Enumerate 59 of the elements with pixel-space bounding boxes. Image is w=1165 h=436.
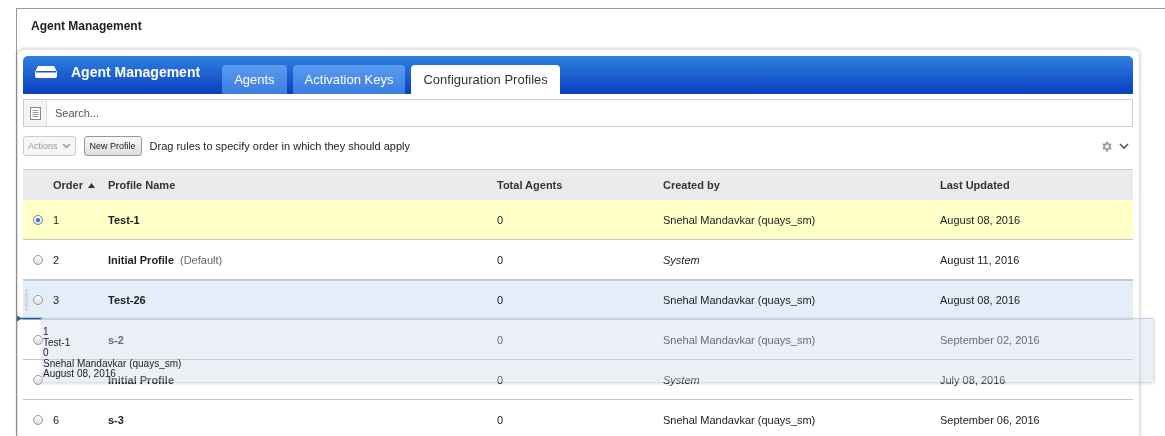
- table-row[interactable]: 6 s-3 0 Snehal Mandavkar (quays_sm) September 06, 2016: [23, 400, 1133, 436]
- tab[interactable]: Configuration Profiles: [411, 65, 560, 94]
- radio-button[interactable]: [33, 374, 43, 385]
- column-header[interactable]: Total Agents: [497, 179, 563, 191]
- column-header[interactable]: Created by: [663, 179, 720, 191]
- table-row[interactable]: 1 Test-1 0 Snehal Mandavkar (quays_sm) August 08, 2016: [23, 200, 1133, 240]
- creator-name: System: [663, 373, 700, 386]
- agent-count: 0: [497, 294, 504, 306]
- preview-text: 0: [43, 348, 49, 359]
- order-number: 2: [53, 253, 60, 266]
- radio-button[interactable]: [33, 414, 43, 425]
- agent-count: 0: [497, 413, 504, 426]
- instruction-text: Drag rules to specify order in which they should apply: [149, 140, 410, 152]
- drop-indicator-icon: [17, 315, 43, 322]
- creator-name: Snehal Mandavkar (quays_sm): [663, 333, 816, 346]
- table-row[interactable]: 3 Test-26 0 Snehal Mandavkar (quays_sm) August 08, 2016: [23, 280, 1133, 320]
- preview-text: Test-1: [43, 337, 71, 348]
- order-number: 3: [53, 294, 60, 306]
- order-number: 1: [53, 213, 60, 226]
- radio-button[interactable]: [33, 214, 43, 225]
- preview-text: 1: [43, 327, 49, 338]
- page-title: Agent Management: [30, 18, 142, 35]
- updated-date: August 08, 2016: [940, 213, 1021, 226]
- search-field[interactable]: Search...: [47, 99, 1133, 127]
- new-profile-button[interactable]: New Profile: [83, 136, 142, 156]
- profile-name: Test-26: [108, 294, 146, 306]
- column-header[interactable]: Profile Name: [108, 179, 176, 191]
- drive-icon: [35, 66, 57, 78]
- settings-icon[interactable]: [1100, 139, 1113, 153]
- creator-name: System: [663, 253, 700, 266]
- updated-date: September 06, 2016: [940, 413, 1040, 426]
- profile-name: s-2: [108, 333, 124, 346]
- app-title: Agent Management: [71, 64, 201, 80]
- agent-count: 0: [497, 373, 504, 386]
- radio-button[interactable]: [33, 254, 43, 265]
- creator-name: Snehal Mandavkar (quays_sm): [663, 413, 816, 426]
- radio-button[interactable]: [33, 334, 43, 345]
- agent-count: 0: [497, 213, 504, 226]
- agent-count: 0: [497, 333, 504, 346]
- list-icon[interactable]: [29, 106, 41, 120]
- profile-name: s-3: [108, 413, 124, 426]
- updated-date: July 08, 2016: [940, 373, 1006, 386]
- profile-name: Initial Profile: [108, 253, 174, 266]
- profile-name: Test-1: [108, 213, 140, 226]
- default-label: (Default): [180, 253, 223, 266]
- preview-text: Snehal Mandavkar (quays_sm): [43, 358, 182, 369]
- radio-button[interactable]: [33, 295, 43, 305]
- agent-count: 0: [497, 253, 504, 266]
- updated-date: September 02, 2016: [940, 333, 1040, 346]
- updated-date: August 08, 2016: [940, 294, 1021, 306]
- creator-name: Snehal Mandavkar (quays_sm): [663, 213, 816, 226]
- column-header[interactable]: Last Updated: [940, 179, 1010, 191]
- chevron-down-icon[interactable]: [1119, 142, 1129, 150]
- updated-date: August 11, 2016: [940, 253, 1020, 266]
- sort-ascending-icon[interactable]: [87, 182, 95, 188]
- column-header[interactable]: Order: [53, 179, 83, 191]
- chevron-down-icon: [61, 143, 71, 149]
- creator-name: Snehal Mandavkar (quays_sm): [663, 294, 816, 306]
- order-number: 6: [53, 413, 60, 426]
